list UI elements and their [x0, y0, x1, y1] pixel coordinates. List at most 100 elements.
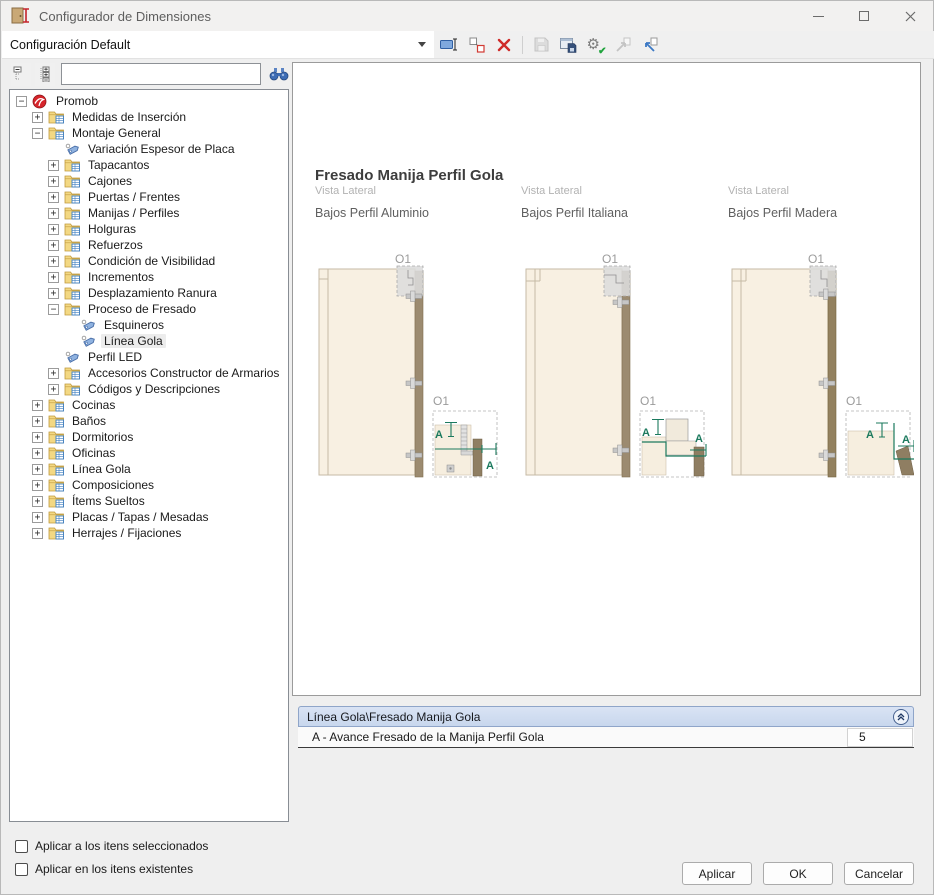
tree-item-banos[interactable]: +Baños — [10, 413, 288, 429]
expand-all-button[interactable] — [35, 63, 55, 86]
tree-item-variacion-espesor-de-placa[interactable]: Variación Espesor de Placa — [10, 141, 288, 157]
tree-item-codigos-y-descripciones[interactable]: +Códigos y Descripciones — [10, 381, 288, 397]
tree-item-esquineros[interactable]: Esquineros — [10, 317, 288, 333]
collapse-group-button[interactable] — [893, 709, 909, 725]
tree-item-proceso-de-fresado[interactable]: −Proceso de Fresado — [10, 301, 288, 317]
tree-item-label: Manijas / Perfiles — [85, 206, 182, 220]
tree-item-oficinas[interactable]: +Oficinas — [10, 445, 288, 461]
apply-settings-icon[interactable]: ⚙✔ — [584, 33, 607, 56]
apply-existing-checkbox[interactable] — [15, 863, 28, 876]
tree-item-medidas-de-insercion[interactable]: +Medidas de Inserción — [10, 109, 288, 125]
minimize-button[interactable] — [795, 1, 841, 31]
expander-plus-icon[interactable]: + — [32, 416, 43, 427]
expander-minus-icon[interactable]: − — [32, 128, 43, 139]
tree-item-linea-gola[interactable]: Línea Gola — [10, 333, 288, 349]
property-value-cell[interactable]: 5 — [847, 728, 913, 747]
tree-item-holguras[interactable]: +Holguras — [10, 221, 288, 237]
expander-plus-icon[interactable]: + — [48, 288, 59, 299]
chevron-double-up-icon — [896, 712, 906, 722]
tree-item-cajones[interactable]: +Cajones — [10, 173, 288, 189]
dialog-buttons: Aplicar OK Cancelar — [682, 862, 914, 885]
tree-item-label: Esquineros — [101, 318, 167, 332]
tree-item-tapacantos[interactable]: + Tapacantos — [10, 157, 288, 173]
tree-item-label: Accesorios Constructor de Armarios — [85, 366, 282, 380]
door-diagram-italiana: O1 O1 A A — [518, 253, 708, 485]
dimension-a-label: A — [435, 429, 443, 441]
expander-plus-icon[interactable]: + — [48, 368, 59, 379]
expander-plus-icon[interactable]: + — [32, 496, 43, 507]
tree-item-manijas-perfiles[interactable]: + Manijas / Perfiles — [10, 205, 288, 221]
expander-plus-icon[interactable]: + — [48, 176, 59, 187]
tree-item-herrajes-fijaciones[interactable]: +Herrajes / Fijaciones — [10, 525, 288, 541]
expander-minus-icon[interactable]: − — [16, 96, 27, 107]
tree-item-label: Perfil LED — [85, 350, 145, 364]
folder-icon — [64, 254, 81, 268]
combo-dropdown-icon[interactable] — [418, 42, 426, 47]
expander-plus-icon[interactable]: + — [48, 192, 59, 203]
expander-plus-icon[interactable]: + — [48, 208, 59, 219]
duplicate-configuration-icon[interactable] — [465, 33, 488, 56]
search-button[interactable] — [267, 63, 291, 85]
export-configuration-icon[interactable] — [638, 33, 661, 56]
tree-item-dormitorios[interactable]: +Dormitorios — [10, 429, 288, 445]
tag-icon — [64, 350, 81, 364]
apply-selected-checkbox[interactable] — [15, 840, 28, 853]
tree-item-puertas-frentes[interactable]: +Puertas / Frentes — [10, 189, 288, 205]
tree-item-label: Tapacantos — [85, 158, 152, 172]
delete-configuration-icon[interactable] — [492, 33, 515, 56]
toolbar: Configuración Default ⚙✔ — [2, 31, 934, 59]
expander-plus-icon[interactable]: + — [32, 528, 43, 539]
folder-icon — [48, 462, 65, 476]
search-input[interactable] — [61, 63, 261, 85]
folder-icon — [64, 206, 81, 220]
expander-plus-icon[interactable]: + — [32, 464, 43, 475]
expander-plus-icon[interactable]: + — [32, 512, 43, 523]
tree-spacer — [64, 320, 75, 331]
folder-icon — [48, 478, 65, 492]
tree-item-linea-gola[interactable]: +Línea Gola — [10, 461, 288, 477]
ok-button[interactable]: OK — [763, 862, 833, 885]
property-group-header: Línea Gola\Fresado Manija Gola — [298, 706, 914, 727]
preview-column-madera: Vista Lateral Bajos Perfil Madera — [728, 185, 933, 220]
expander-plus-icon[interactable]: + — [32, 400, 43, 411]
close-button[interactable] — [887, 1, 933, 31]
expander-plus-icon[interactable]: + — [48, 240, 59, 251]
tree-item-montaje-general[interactable]: −Montaje General — [10, 125, 288, 141]
detail-callout-label: O1 — [433, 394, 449, 408]
maximize-button[interactable] — [841, 1, 887, 31]
expander-plus-icon[interactable]: + — [48, 384, 59, 395]
detail-callout-label: O1 — [846, 394, 862, 408]
tree-spacer — [64, 336, 75, 347]
tree-item-items-sueltos[interactable]: +Ítems Sueltos — [10, 493, 288, 509]
tree-item-accesorios-constructor-de-armarios[interactable]: + Accesorios Constructor de Armarios — [10, 365, 288, 381]
save-database-icon[interactable] — [557, 33, 580, 56]
rename-configuration-icon[interactable] — [438, 33, 461, 56]
tree-item-desplazamiento-ranura[interactable]: +Desplazamiento Ranura — [10, 285, 288, 301]
expander-plus-icon[interactable]: + — [32, 112, 43, 123]
tree-item-incrementos[interactable]: +Incrementos — [10, 269, 288, 285]
tree-item-perfil-led[interactable]: Perfil LED — [10, 349, 288, 365]
apply-button[interactable]: Aplicar — [682, 862, 752, 885]
callout-label: O1 — [808, 253, 824, 266]
cancel-button[interactable]: Cancelar — [844, 862, 914, 885]
expander-plus-icon[interactable]: + — [32, 480, 43, 491]
tree-item-composiciones[interactable]: +Composiciones — [10, 477, 288, 493]
expander-plus-icon[interactable]: + — [48, 272, 59, 283]
expander-plus-icon[interactable]: + — [48, 256, 59, 267]
expander-plus-icon[interactable]: + — [32, 448, 43, 459]
tree-item-cocinas[interactable]: +Cocinas — [10, 397, 288, 413]
tree-item-placas-tapas-mesadas[interactable]: +Placas / Tapas / Mesadas — [10, 509, 288, 525]
expander-plus-icon[interactable]: + — [32, 432, 43, 443]
tree-item-promob[interactable]: −Promob — [10, 93, 288, 109]
minimize-icon — [813, 16, 824, 17]
expander-minus-icon[interactable]: − — [48, 304, 59, 315]
folder-icon — [48, 526, 65, 540]
configuration-combobox[interactable]: Configuración Default — [2, 31, 434, 58]
expander-plus-icon[interactable]: + — [48, 160, 59, 171]
maximize-icon — [859, 11, 869, 21]
tree-item-condicion-de-visibilidad[interactable]: +Condición de Visibilidad — [10, 253, 288, 269]
tree-item-refuerzos[interactable]: +Refuerzos — [10, 237, 288, 253]
collapse-all-button[interactable] — [11, 63, 31, 86]
expander-plus-icon[interactable]: + — [48, 224, 59, 235]
folder-icon — [64, 190, 81, 204]
